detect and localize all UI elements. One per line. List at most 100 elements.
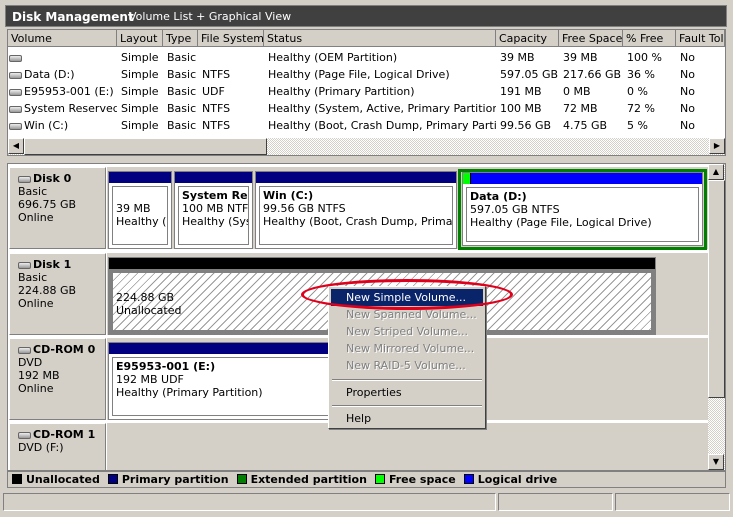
horizontal-scrollbar[interactable]: ◀ ▶ (8, 138, 725, 155)
menu-item-help[interactable]: Help (331, 410, 483, 427)
disk-icon (9, 71, 22, 79)
disk-state: Online (18, 211, 54, 224)
cell-free: 0 MB (563, 85, 591, 98)
menu-item-new-striped-volume: New Striped Volume... (346, 325, 468, 338)
disk1-label[interactable]: Disk 1 Basic 224.88 GB Online (9, 253, 106, 335)
partition-system-reserved[interactable]: System Reserved100 MB NTFSHealthy (Syste… (174, 171, 253, 249)
cell-layout: Simple (121, 85, 159, 98)
cell-status: Healthy (System, Active, Primary Partiti… (268, 102, 496, 115)
table-row[interactable]: System Reserved Simple Basic NTFS Healthy (S… (8, 100, 725, 117)
partition-status: Unallocated (116, 304, 182, 317)
scroll-right-icon[interactable]: ▶ (709, 138, 725, 154)
cdrom-icon (18, 431, 31, 439)
disk0-partitions: 39 MBHealthy (OEM Partition) System Rese… (107, 167, 708, 250)
partition-data-d[interactable]: Data (D:) 597.05 GB NTFS Healthy (Page Fil… (462, 172, 703, 246)
legend-swatch (236, 474, 247, 484)
table-row[interactable]: Simple Basic Healthy (OEM Partition) 39 MB 3… (8, 49, 725, 66)
table-row[interactable]: Win (C:) Simple Basic NTFS Healthy (Boot, Cr… (8, 117, 725, 134)
legend-label: Extended partition (250, 473, 367, 486)
partition-size: 192 MB UDF (116, 373, 184, 386)
col-capacity[interactable]: Capacity (496, 30, 559, 47)
cell-status: Healthy (Boot, Crash Dump, Primary Parti… (268, 119, 496, 132)
scroll-thumb[interactable] (24, 138, 267, 155)
status-bar (3, 493, 730, 511)
partition-status: Healthy (OEM Partition) (116, 215, 167, 228)
partition-status: Healthy (Page File, Logical Drive) (470, 216, 652, 229)
table-row[interactable]: Data (D:) Simple Basic NTFS Healthy (Page Fi… (8, 66, 725, 83)
cell-fault: No (680, 102, 695, 115)
disk0-label[interactable]: Disk 0 Basic 696.75 GB Online (9, 167, 106, 249)
scroll-thumb[interactable] (708, 180, 725, 398)
menu-item-new-mirrored-volume: New Mirrored Volume... (346, 342, 475, 355)
scroll-up-icon[interactable]: ▲ (708, 164, 724, 180)
legend-label: Free space (388, 473, 456, 486)
view-title: Volume List + Graphical View (129, 10, 292, 23)
disk-type: Basic (18, 271, 48, 284)
disk-type: DVD (F:) (18, 441, 64, 454)
cell-name: Win (C:) (24, 119, 69, 132)
legend-swatch (107, 474, 118, 484)
cdrom1-label[interactable]: CD-ROM 1 DVD (F:) (9, 423, 106, 470)
partition-title: Data (D:) (470, 190, 527, 203)
menu-separator (332, 405, 482, 407)
cdrom0-label[interactable]: CD-ROM 0 DVD 192 MB Online (9, 338, 106, 420)
partition-e[interactable]: E95953-001 (E:) 192 MB UDF Healthy (Primar… (108, 342, 338, 420)
extended-partition[interactable]: Data (D:) 597.05 GB NTFS Healthy (Page Fil… (458, 169, 707, 250)
cell-layout: Simple (121, 102, 159, 115)
legend-item: Extended partition (236, 473, 367, 486)
partition-oem[interactable]: 39 MBHealthy (OEM Partition) (108, 171, 172, 249)
cell-type: Basic (167, 85, 197, 98)
col-layout[interactable]: Layout (117, 30, 163, 47)
partition-win-c[interactable]: Win (C:) 99.56 GB NTFS Healthy (Boot, Cras… (255, 171, 457, 249)
cell-status: Healthy (OEM Partition) (268, 51, 398, 64)
disk-type: DVD (18, 356, 43, 369)
cell-type: Basic (167, 119, 197, 132)
menu-item-properties[interactable]: Properties (331, 384, 483, 401)
partition-size: 39 MB (116, 202, 151, 215)
cell-type: Basic (167, 51, 197, 64)
cell-pct: 72 % (627, 102, 655, 115)
vertical-scrollbar[interactable]: ▲ ▼ (708, 164, 725, 470)
col-status[interactable]: Status (264, 30, 496, 47)
cell-pct: 100 % (627, 51, 662, 64)
partition-size: 224.88 GB (116, 291, 175, 304)
partition-size: 597.05 GB NTFS (470, 203, 560, 216)
cell-layout: Simple (121, 119, 159, 132)
disk-name: Disk 0 (33, 172, 72, 185)
disk-icon (18, 175, 31, 183)
legend-swatch (12, 474, 22, 484)
menu-item-new-simple-volume[interactable]: New Simple Volume... (331, 289, 483, 306)
scroll-left-icon[interactable]: ◀ (8, 138, 24, 154)
title-bar: Disk Management Volume List + Graphical … (5, 5, 727, 27)
context-menu: New Simple Volume... New Spanned Volume..… (328, 286, 486, 429)
cdrom-icon (9, 88, 22, 96)
cell-free: 72 MB (563, 102, 598, 115)
scroll-down-icon[interactable]: ▼ (708, 454, 724, 470)
cell-capacity: 39 MB (500, 51, 535, 64)
cell-fs: NTFS (202, 119, 231, 132)
partition-size: 100 MB NTFS (182, 202, 249, 215)
col-type[interactable]: Type (163, 30, 198, 47)
legend-label: Unallocated (26, 473, 100, 486)
disk-icon (9, 122, 22, 130)
col-file-system[interactable]: File System (198, 30, 264, 47)
table-row[interactable]: E95953-001 (E:) Simple Basic UDF Healthy (Pr… (8, 83, 725, 100)
partition-size: 99.56 GB NTFS (263, 202, 346, 215)
cell-free: 217.66 GB (563, 68, 622, 81)
cell-capacity: 597.05 GB (500, 68, 559, 81)
col-fault-tolerance[interactable]: Fault Tole (676, 30, 725, 47)
partition-status: Healthy (Boot, Crash Dump, Primary Parti… (263, 215, 453, 228)
cell-status: Healthy (Page File, Logical Drive) (268, 68, 450, 81)
cell-free: 4.75 GB (563, 119, 608, 132)
col-volume[interactable]: Volume (8, 30, 117, 47)
disk-icon (18, 261, 31, 269)
disk-name: CD-ROM 0 (33, 343, 96, 356)
menu-item-new-spanned-volume: New Spanned Volume... (346, 308, 477, 321)
app-title: Disk Management (12, 10, 134, 24)
disk-name: Disk 1 (33, 258, 72, 271)
cell-layout: Simple (121, 68, 159, 81)
cell-pct: 0 % (627, 85, 648, 98)
col-free-space[interactable]: Free Space (559, 30, 623, 47)
partition-status: Healthy (Primary Partition) (116, 386, 263, 399)
col-pct-free[interactable]: % Free (623, 30, 676, 47)
